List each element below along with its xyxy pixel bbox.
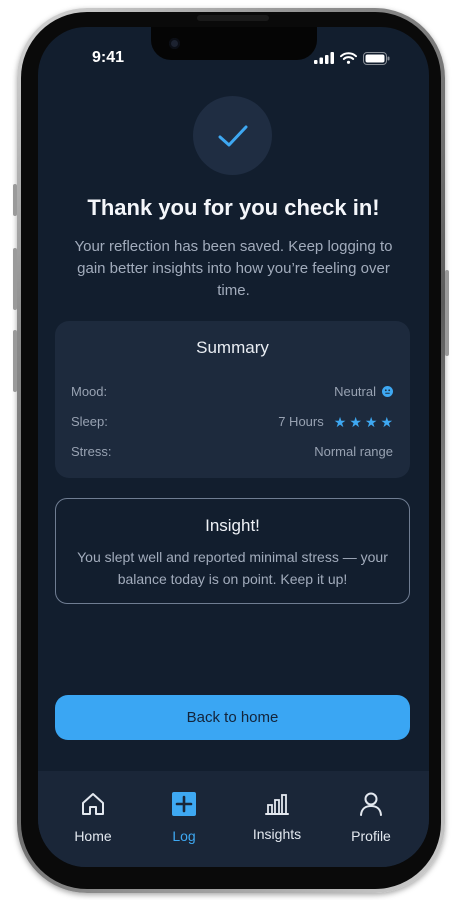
tab-insights[interactable]: Insights <box>237 771 317 867</box>
mood-value: Neutral <box>334 384 376 399</box>
tab-profile-label: Profile <box>351 828 391 844</box>
stress-label: Stress: <box>71 444 112 459</box>
back-to-home-button[interactable]: Back to home <box>55 695 410 740</box>
tab-insights-label: Insights <box>252 826 302 842</box>
power-button <box>445 270 449 356</box>
status-time: 9:41 <box>92 49 125 66</box>
summary-row-mood: Mood: Neutral <box>71 384 393 399</box>
sleep-rating: ★ ★ ★ ★ <box>334 415 393 429</box>
mute-switch <box>13 184 17 216</box>
tab-profile[interactable]: Profile <box>331 771 411 867</box>
speaker-grille <box>197 15 269 21</box>
mood-label: Mood: <box>71 384 108 399</box>
sleep-value: 7 Hours <box>278 414 324 429</box>
summary-title: Summary <box>196 338 269 357</box>
home-icon <box>82 793 104 815</box>
wifi-icon <box>340 52 357 64</box>
volume-up-button <box>13 248 17 310</box>
tab-log[interactable]: Log <box>144 771 224 867</box>
sleep-label: Sleep: <box>71 414 108 429</box>
tab-home-label: Home <box>74 828 112 844</box>
tab-home[interactable]: Home <box>53 771 133 867</box>
confirmation-title: Thank you for you check in! <box>87 195 380 220</box>
sleep-value-group: 7 Hours ★ ★ ★ ★ <box>278 414 393 429</box>
insight-title: Insight! <box>205 516 260 535</box>
insight-card: Insight! You slept well and reported min… <box>55 498 410 604</box>
summary-card: Summary Mood: Neutral Sleep: 7 Hours ★ ★ <box>55 321 410 478</box>
star-icon: ★ <box>349 413 362 430</box>
star-icon: ★ <box>380 413 393 430</box>
app-screen: 9:41 Thank you for you check in! Your re… <box>38 27 429 867</box>
notch <box>151 27 317 60</box>
checkmark-icon <box>218 125 247 146</box>
insight-body: You slept well and reported minimal stre… <box>77 549 388 587</box>
success-badge <box>193 96 272 175</box>
status-icons <box>314 51 390 65</box>
neutral-face-icon <box>382 386 393 397</box>
cellular-signal-icon <box>314 52 334 64</box>
volume-down-button <box>13 330 17 392</box>
star-icon: ★ <box>364 413 378 430</box>
star-icon: ★ <box>333 413 347 430</box>
plus-icon <box>172 792 196 816</box>
user-icon <box>360 792 382 816</box>
summary-row-sleep: Sleep: 7 Hours ★ ★ ★ ★ <box>71 414 393 429</box>
bottom-tab-bar: Home Log Insights Profile <box>38 771 429 867</box>
confirmation-message: Your reflection has been saved. Keep log… <box>74 238 393 299</box>
summary-row-stress: Stress: Normal range <box>71 444 393 459</box>
stress-value: Normal range <box>314 444 393 459</box>
front-camera <box>169 38 180 49</box>
tab-log-label: Log <box>172 828 196 844</box>
bar-chart-icon <box>265 794 289 815</box>
battery-icon <box>363 51 390 65</box>
mood-value-group: Neutral <box>334 384 393 399</box>
